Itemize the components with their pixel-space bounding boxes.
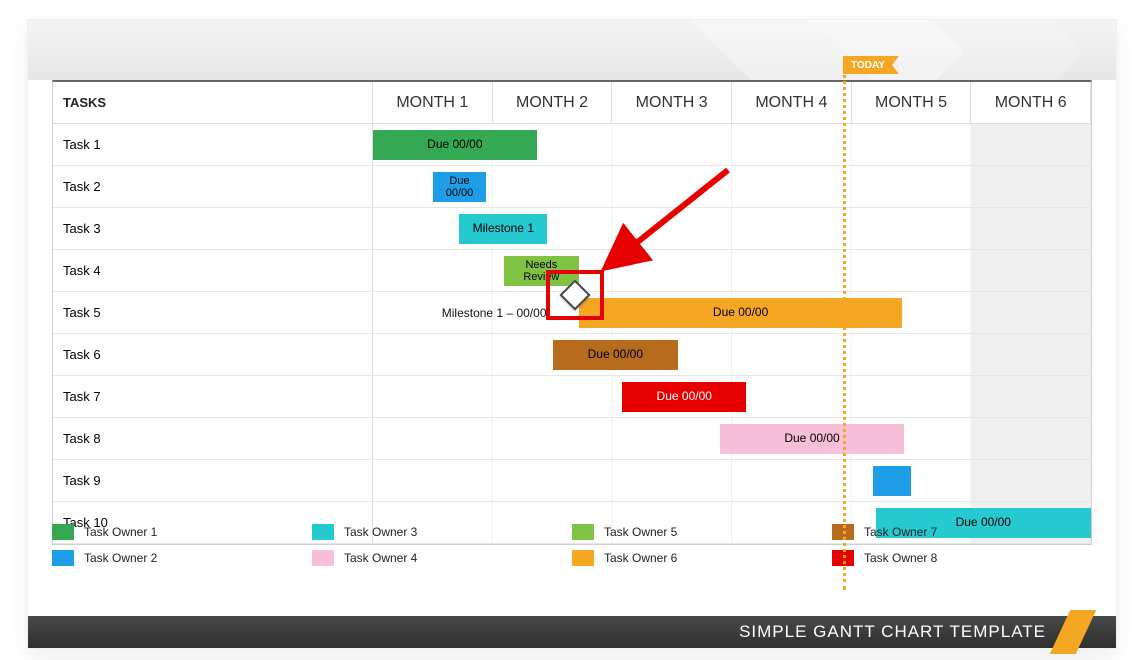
bar-task9[interactable] <box>873 466 911 496</box>
header-month-1: MONTH 1 <box>373 82 493 123</box>
bar-task6[interactable]: Due 00/00 <box>553 340 679 370</box>
swatch-icon <box>52 550 74 566</box>
legend-label: Task Owner 2 <box>84 551 157 565</box>
milestone-pretext: Milestone 1 – 00/00 <box>373 292 553 334</box>
task-label: Task 9 <box>53 460 373 501</box>
task-label: Task 8 <box>53 418 373 459</box>
bar-task8[interactable]: Due 00/00 <box>720 424 905 454</box>
task-label: Task 7 <box>53 376 373 417</box>
header-row: TASKS MONTH 1 MONTH 2 MONTH 3 MONTH 4 MO… <box>53 82 1091 124</box>
task-label: Task 4 <box>53 250 373 291</box>
legend-item: Task Owner 4 <box>312 550 572 566</box>
swatch-icon <box>312 524 334 540</box>
bar-task7[interactable]: Due 00/00 <box>622 382 746 412</box>
task-label: Task 1 <box>53 124 373 165</box>
task-label: Task 2 <box>53 166 373 207</box>
table-row: Task 2 Due 00/00 <box>53 166 1091 208</box>
footer-accent-icon <box>1050 610 1097 654</box>
header-month-4: MONTH 4 <box>732 82 852 123</box>
header-month-3: MONTH 3 <box>612 82 732 123</box>
legend-label: Task Owner 1 <box>84 525 157 539</box>
today-flag: TODAY <box>843 56 899 74</box>
legend-item: Task Owner 5 <box>572 524 832 540</box>
swatch-icon <box>572 550 594 566</box>
lane: Due 00/00 <box>373 124 1091 165</box>
task-label: Task 5 <box>53 292 373 333</box>
legend-item: Task Owner 8 <box>832 550 1092 566</box>
legend-item: Task Owner 7 <box>832 524 1092 540</box>
header-month-2: MONTH 2 <box>493 82 613 123</box>
lane <box>373 460 1091 501</box>
swatch-icon <box>52 524 74 540</box>
legend-label: Task Owner 7 <box>864 525 937 539</box>
bar-task3[interactable]: Milestone 1 <box>459 214 547 244</box>
legend-label: Task Owner 4 <box>344 551 417 565</box>
header-tasks: TASKS <box>53 82 373 123</box>
swatch-icon <box>832 524 854 540</box>
bar-task2[interactable]: Due 00/00 <box>433 172 487 202</box>
legend-item: Task Owner 6 <box>572 550 832 566</box>
task-label: Task 3 <box>53 208 373 249</box>
bar-task5[interactable]: Due 00/00 <box>579 298 902 328</box>
table-row: Task 9 <box>53 460 1091 502</box>
swatch-icon <box>312 550 334 566</box>
task-label: Task 6 <box>53 334 373 375</box>
lane: Milestone 1 <box>373 208 1091 249</box>
lane: Due 00/00 <box>373 334 1091 375</box>
legend-item: Task Owner 2 <box>52 550 312 566</box>
lane: Due 00/00 <box>373 376 1091 417</box>
legend-label: Task Owner 3 <box>344 525 417 539</box>
legend-item: Task Owner 1 <box>52 524 312 540</box>
bar-task1[interactable]: Due 00/00 <box>373 130 537 160</box>
swatch-icon <box>572 524 594 540</box>
gantt-grid: Task 1 Due 00/00 Task 2 Due 00/00 Task 3… <box>53 124 1091 544</box>
swatch-icon <box>832 550 854 566</box>
legend-label: Task Owner 5 <box>604 525 677 539</box>
header-month-6: MONTH 6 <box>971 82 1091 123</box>
legend-item: Task Owner 3 <box>312 524 572 540</box>
legend-label: Task Owner 6 <box>604 551 677 565</box>
lane: Due 00/00 <box>373 418 1091 459</box>
lane: Needs Review <box>373 250 1091 291</box>
table-row: Task 6 Due 00/00 <box>53 334 1091 376</box>
lane: Due 00/00 <box>373 166 1091 207</box>
table-row: Task 3 Milestone 1 <box>53 208 1091 250</box>
lane: Milestone 1 – 00/00 Due 00/00 <box>373 292 1091 333</box>
milestone-diamond-icon <box>559 279 590 310</box>
legend-label: Task Owner 8 <box>864 551 937 565</box>
milestone-highlight-box <box>546 270 604 320</box>
footer-title: SIMPLE GANTT CHART TEMPLATE <box>739 622 1046 642</box>
legend: Task Owner 1 Task Owner 3 Task Owner 5 T… <box>52 524 1092 566</box>
header-band <box>28 20 1116 80</box>
table-row: Task 8 Due 00/00 <box>53 418 1091 460</box>
table-row: Task 7 Due 00/00 <box>53 376 1091 418</box>
table-row: Task 1 Due 00/00 <box>53 124 1091 166</box>
footer-bar: SIMPLE GANTT CHART TEMPLATE <box>28 616 1116 648</box>
header-month-5: MONTH 5 <box>852 82 972 123</box>
today-label: TODAY <box>851 60 885 71</box>
